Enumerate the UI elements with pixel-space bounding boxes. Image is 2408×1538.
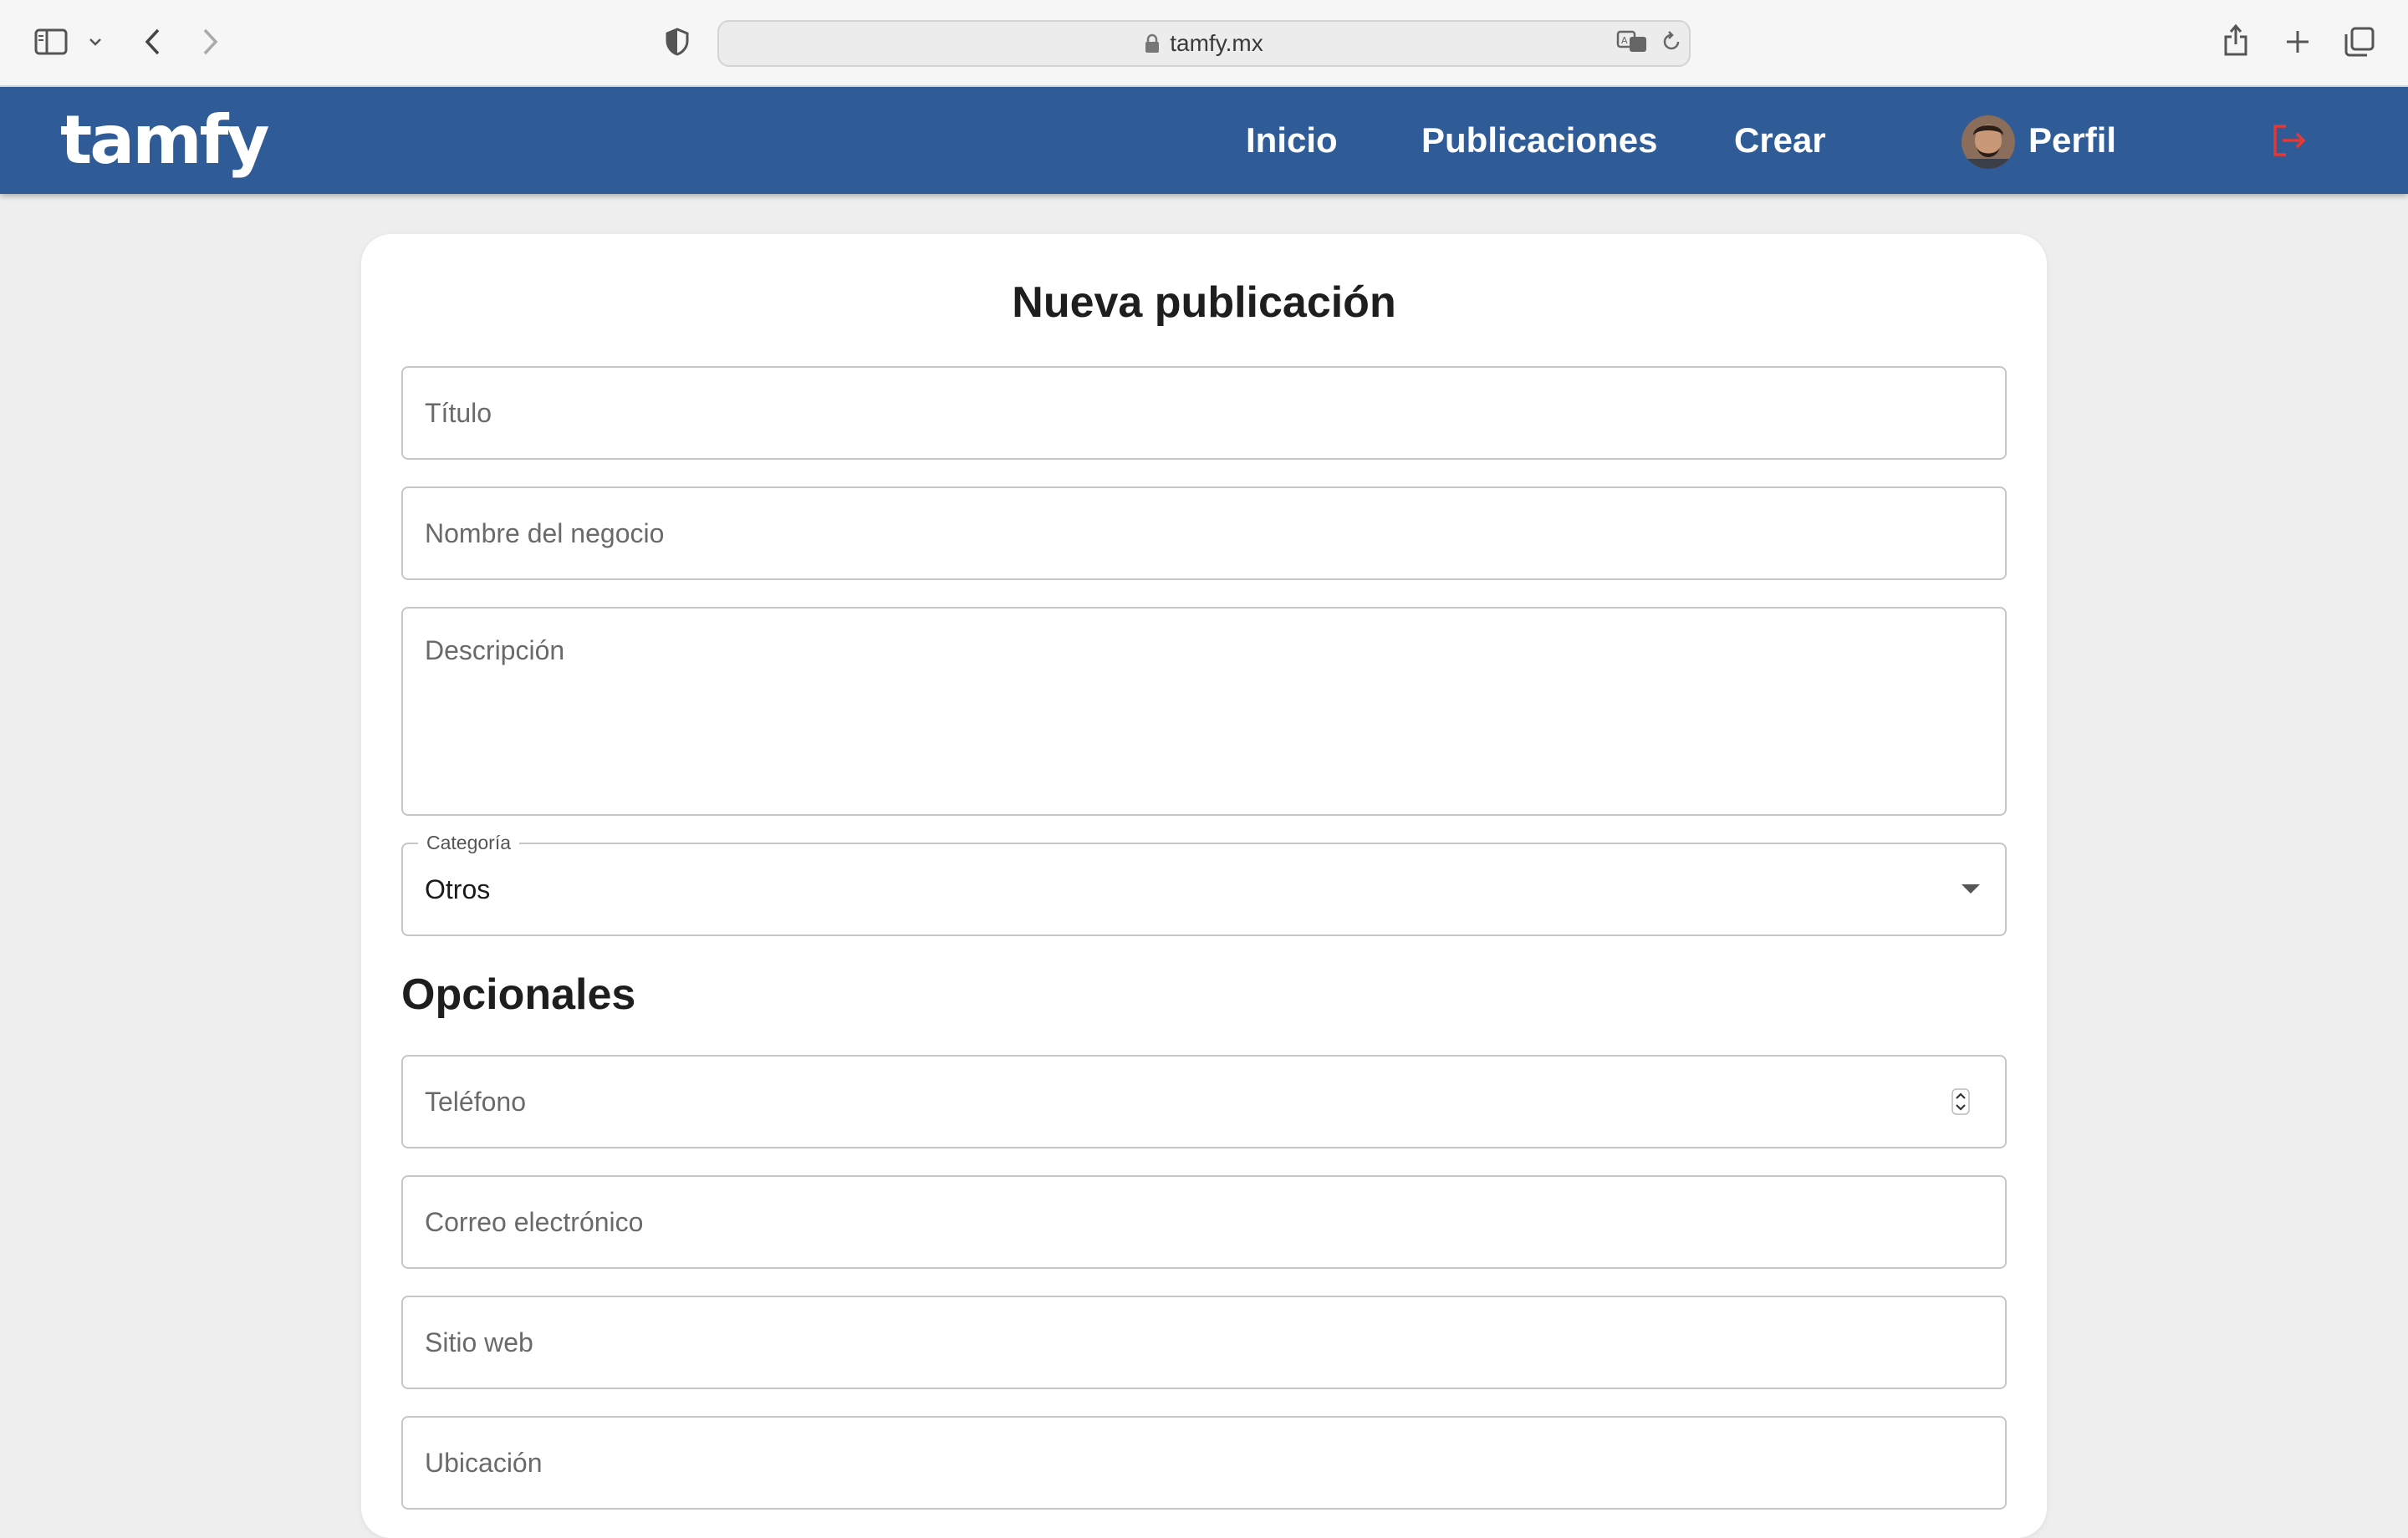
app-header: tamfy Inicio Publicaciones Crear Perfil [0, 87, 2408, 194]
website-field[interactable] [401, 1296, 2007, 1389]
nav-home[interactable]: Inicio [1246, 114, 1338, 167]
location-input[interactable] [425, 1418, 1955, 1508]
form-title: Nueva publicación [1012, 278, 1396, 327]
sidebar-icon[interactable] [33, 27, 69, 57]
dropdown-caret-icon[interactable] [1962, 884, 1980, 894]
location-field[interactable] [401, 1416, 2007, 1510]
tamfy-logo[interactable]: tamfy [60, 99, 270, 182]
description-input[interactable] [425, 634, 1955, 784]
category-select[interactable]: Categoría Otros [401, 831, 2007, 936]
nav-posts[interactable]: Publicaciones [1421, 114, 1657, 167]
number-stepper-icon[interactable] [1951, 1088, 1970, 1119]
business-name-input[interactable] [425, 488, 1955, 578]
optional-section-title: Opcionales [401, 970, 636, 1019]
nav-profile[interactable]: Perfil [2028, 114, 2116, 167]
new-post-form: Nueva publicación Categoría Otros Opcion… [361, 234, 2047, 1538]
address-bar[interactable]: tamfy.mx [717, 20, 1691, 67]
url-text: tamfy.mx [1170, 30, 1263, 56]
nav-create[interactable]: Crear [1734, 114, 1826, 167]
translate-icon[interactable]: A [1615, 28, 1649, 55]
phone-field[interactable] [401, 1055, 2007, 1148]
reload-icon[interactable] [1659, 28, 1684, 55]
tabs-overview-icon[interactable] [2343, 25, 2376, 59]
plus-icon[interactable] [2283, 27, 2313, 57]
lock-icon [1145, 33, 1160, 53]
browser-toolbar: tamfy.mx A [0, 0, 2408, 87]
phone-input[interactable] [425, 1057, 1955, 1147]
chevron-right-icon[interactable] [199, 25, 222, 59]
description-field[interactable] [401, 607, 2007, 816]
chevron-left-icon[interactable] [140, 25, 164, 59]
business-name-field[interactable] [401, 486, 2007, 580]
shield-icon[interactable] [662, 25, 692, 59]
chevron-down-icon[interactable] [87, 33, 104, 50]
website-input[interactable] [425, 1297, 1955, 1388]
title-input[interactable] [425, 368, 1955, 458]
svg-text:A: A [1621, 35, 1628, 46]
avatar[interactable] [1962, 115, 2015, 169]
share-icon[interactable] [2221, 22, 2251, 59]
logout-icon[interactable] [2271, 122, 2308, 159]
category-value[interactable]: Otros [425, 844, 490, 935]
email-input[interactable] [425, 1177, 1955, 1267]
email-field[interactable] [401, 1175, 2007, 1269]
title-field[interactable] [401, 366, 2007, 460]
